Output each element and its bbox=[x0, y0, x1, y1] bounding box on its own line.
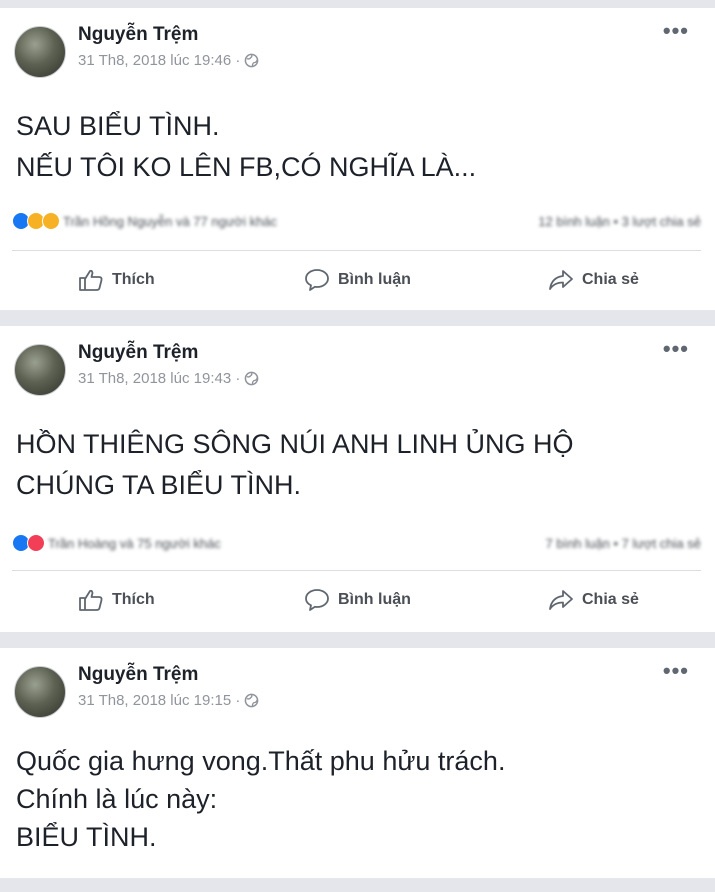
post-text-line: Chính là lúc này: bbox=[16, 784, 218, 814]
love-reaction-icon bbox=[27, 534, 45, 552]
reactions-summary[interactable]: Trần Hồng Nguyễn và 77 người khác bbox=[12, 212, 277, 230]
comments-shares-count[interactable]: 7 bình luận • 7 lượt chia sẻ bbox=[546, 536, 701, 551]
share-arrow-icon bbox=[548, 268, 574, 292]
post-card: Nguyễn Trệm 31 Th8, 2018 lúc 19:43 · •••… bbox=[0, 326, 715, 632]
action-bar: Thích Bình luận Chia sẻ bbox=[0, 580, 715, 620]
divider bbox=[12, 570, 701, 571]
post-text-line: BIỂU TÌNH. bbox=[16, 822, 157, 852]
more-options-icon[interactable]: ••• bbox=[663, 18, 689, 44]
author-name[interactable]: Nguyễn Trệm bbox=[78, 24, 198, 46]
globe-icon bbox=[244, 693, 260, 709]
news-feed: Nguyễn Trệm 31 Th8, 2018 lúc 19:46 · •••… bbox=[0, 0, 715, 892]
post-text-line: HỒN THIÊNG SÔNG NÚI ANH LINH ỦNG HỘ bbox=[16, 429, 574, 459]
more-options-icon[interactable]: ••• bbox=[663, 658, 689, 684]
comment-bubble-icon bbox=[304, 588, 330, 612]
like-button[interactable]: Thích bbox=[78, 268, 155, 292]
post-text-line: Quốc gia hưng vong.Thất phu hửu trách. bbox=[16, 746, 506, 776]
post-card: Nguyễn Trệm 31 Th8, 2018 lúc 19:15 · •••… bbox=[0, 648, 715, 878]
post-text-line: NẾU TÔI KO LÊN FB,CÓ NGHĨA LÀ... bbox=[16, 152, 477, 182]
share-label: Chia sẻ bbox=[582, 271, 639, 288]
author-name[interactable]: Nguyễn Trệm bbox=[78, 664, 198, 686]
avatar[interactable] bbox=[14, 666, 66, 718]
post-timestamp[interactable]: 31 Th8, 2018 lúc 19:15 · bbox=[78, 692, 240, 709]
comment-label: Bình luận bbox=[338, 271, 411, 288]
comment-button[interactable]: Bình luận bbox=[304, 588, 411, 612]
share-button[interactable]: Chia sẻ bbox=[548, 268, 639, 292]
comment-button[interactable]: Bình luận bbox=[304, 268, 411, 292]
post-text-line: CHÚNG TA BIỂU TÌNH. bbox=[16, 470, 302, 500]
more-options-icon[interactable]: ••• bbox=[663, 336, 689, 362]
share-label: Chia sẻ bbox=[582, 591, 639, 608]
post-meta: 31 Th8, 2018 lúc 19:43 · bbox=[78, 370, 260, 387]
reactions-count: Trần Hoàng và 75 người khác bbox=[48, 535, 221, 551]
post-text: HỒN THIÊNG SÔNG NÚI ANH LINH ỦNG HỘ CHÚN… bbox=[16, 424, 574, 506]
comment-label: Bình luận bbox=[338, 591, 411, 608]
avatar[interactable] bbox=[14, 344, 66, 396]
post-text: Quốc gia hưng vong.Thất phu hửu trách. C… bbox=[16, 742, 505, 856]
post-text: SAU BIỂU TÌNH. NẾU TÔI KO LÊN FB,CÓ NGHĨ… bbox=[16, 106, 476, 188]
post-card: Nguyễn Trệm 31 Th8, 2018 lúc 19:46 · •••… bbox=[0, 8, 715, 310]
reactions-row: Trần Hoàng và 75 người khác 7 bình luận … bbox=[12, 532, 701, 554]
share-button[interactable]: Chia sẻ bbox=[548, 588, 639, 612]
like-label: Thích bbox=[112, 591, 155, 608]
thumbs-up-icon bbox=[78, 588, 104, 612]
like-button[interactable]: Thích bbox=[78, 588, 155, 612]
comment-bubble-icon bbox=[304, 268, 330, 292]
post-timestamp[interactable]: 31 Th8, 2018 lúc 19:43 · bbox=[78, 370, 240, 387]
post-text-line: SAU BIỂU TÌNH. bbox=[16, 111, 220, 141]
author-name[interactable]: Nguyễn Trệm bbox=[78, 342, 198, 364]
globe-icon bbox=[244, 371, 260, 387]
thumbs-up-icon bbox=[78, 268, 104, 292]
globe-icon bbox=[244, 53, 260, 69]
share-arrow-icon bbox=[548, 588, 574, 612]
avatar[interactable] bbox=[14, 26, 66, 78]
action-bar: Thích Bình luận Chia sẻ bbox=[0, 260, 715, 300]
sad-reaction-icon bbox=[42, 212, 60, 230]
reactions-summary[interactable]: Trần Hoàng và 75 người khác bbox=[12, 534, 221, 552]
like-label: Thích bbox=[112, 271, 155, 288]
post-meta: 31 Th8, 2018 lúc 19:15 · bbox=[78, 692, 260, 709]
comments-shares-count[interactable]: 12 bình luận • 3 lượt chia sẻ bbox=[538, 214, 701, 229]
reactions-row: Trần Hồng Nguyễn và 77 người khác 12 bìn… bbox=[12, 210, 701, 232]
reaction-icons bbox=[12, 212, 60, 230]
post-meta: 31 Th8, 2018 lúc 19:46 · bbox=[78, 52, 260, 69]
divider bbox=[12, 250, 701, 251]
post-timestamp[interactable]: 31 Th8, 2018 lúc 19:46 · bbox=[78, 52, 240, 69]
reaction-icons bbox=[12, 534, 45, 552]
reactions-count: Trần Hồng Nguyễn và 77 người khác bbox=[63, 213, 278, 229]
